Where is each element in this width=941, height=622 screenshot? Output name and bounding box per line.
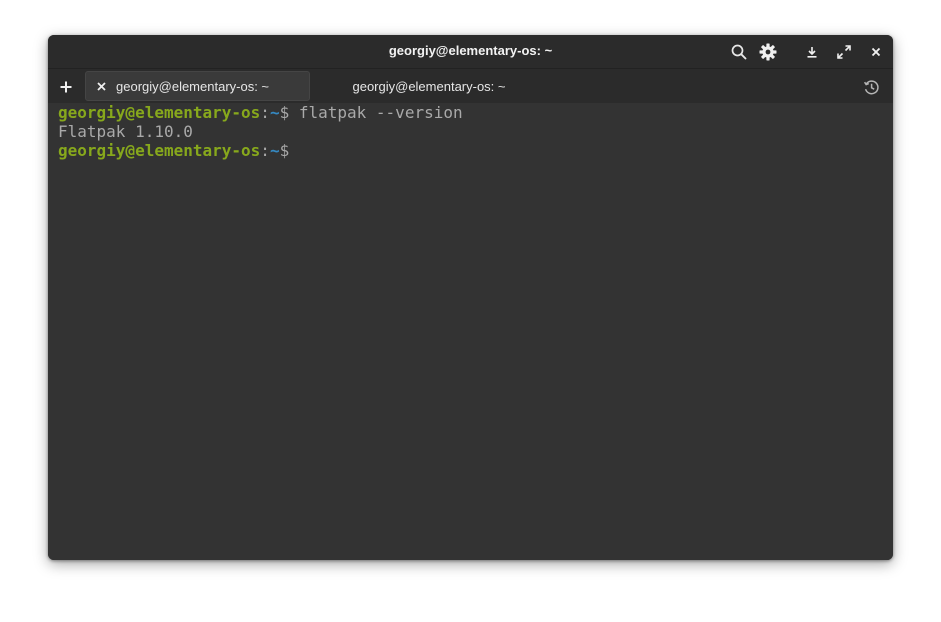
gear-icon[interactable]: [757, 41, 779, 63]
search-icon[interactable]: [728, 41, 750, 63]
close-icon[interactable]: [865, 41, 887, 63]
plus-icon: [60, 81, 72, 93]
download-icon[interactable]: [801, 41, 823, 63]
terminal-line: Flatpak 1.10.0: [58, 122, 883, 141]
terminal-window: georgiy@elementary-os: ~ georgiy@element…: [48, 35, 893, 560]
prompt-colon: :: [260, 103, 270, 122]
prompt-colon: :: [260, 141, 270, 160]
command-output: Flatpak 1.10.0: [58, 122, 193, 141]
tab-label: georgiy@elementary-os: ~: [352, 78, 506, 94]
tab-label: georgiy@elementary-os: ~: [116, 78, 270, 94]
prompt-dollar: $: [279, 141, 290, 160]
terminal-line: georgiy@elementary-os:~$: [58, 141, 883, 160]
titlebar: georgiy@elementary-os: ~: [48, 35, 893, 68]
tab-bar: georgiy@elementary-os: ~ georgiy@element…: [48, 68, 893, 103]
prompt-path: ~: [269, 103, 280, 122]
prompt-path: ~: [269, 141, 280, 160]
prompt-dollar: $: [279, 103, 290, 122]
prompt-user: georgiy@elementary-os: [58, 141, 261, 160]
tab-inactive[interactable]: georgiy@elementary-os: ~: [310, 71, 548, 101]
history-icon[interactable]: [861, 77, 881, 97]
command-text: flatpak --version: [289, 103, 463, 122]
tab-close-button[interactable]: [86, 81, 116, 91]
terminal-line: georgiy@elementary-os:~$ flatpak --versi…: [58, 103, 883, 122]
maximize-icon[interactable]: [833, 41, 855, 63]
tab-active[interactable]: georgiy@elementary-os: ~: [85, 71, 310, 101]
close-icon: [96, 81, 106, 91]
terminal-output[interactable]: georgiy@elementary-os:~$ flatpak --versi…: [48, 103, 893, 560]
new-tab-button[interactable]: [56, 77, 76, 97]
prompt-user: georgiy@elementary-os: [58, 103, 261, 122]
